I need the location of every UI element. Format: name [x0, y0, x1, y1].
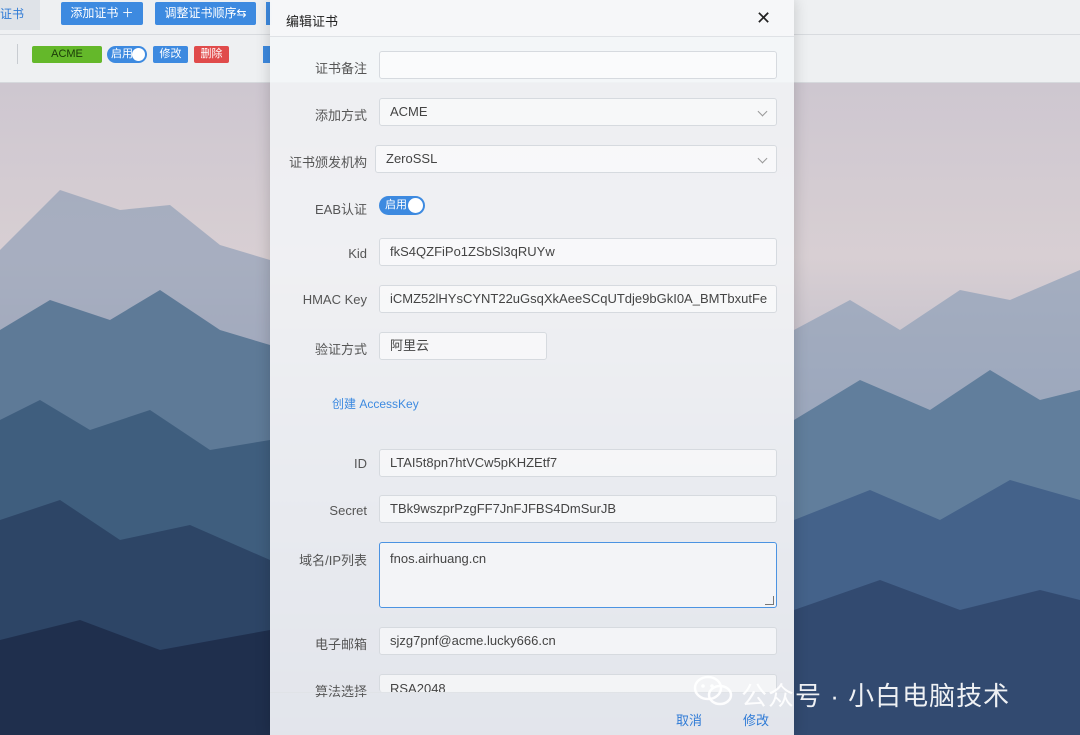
watermark: 公众号 · 小白电脑技术	[693, 672, 1053, 712]
secret-label: Secret	[329, 503, 367, 518]
tab-certificates[interactable]: 证书	[0, 0, 40, 30]
accesskey-secret-input[interactable]: TBk9wszprPzgFF7JnFJFBS4DmSurJB	[379, 495, 777, 523]
watermark-text: 公众号 · 小白电脑技术	[741, 681, 1011, 711]
delete-cert-button[interactable]: 删除	[194, 46, 229, 63]
cert-type-chip: ACME	[32, 46, 102, 63]
eab-toggle[interactable]: 启用	[379, 196, 425, 215]
create-accesskey-link[interactable]: 创建 AccessKey	[332, 395, 419, 412]
eab-toggle-text: 启用	[385, 199, 407, 211]
email-label: 电子邮箱	[314, 637, 367, 652]
cancel-button[interactable]: 取消	[676, 710, 702, 729]
edit-cert-button[interactable]: 修改	[153, 46, 188, 63]
reorder-certificates-button[interactable]: 调整证书顺序⇆	[155, 2, 256, 25]
kid-label: Kid	[348, 246, 367, 261]
cert-enabled-toggle[interactable]: 启用	[107, 46, 147, 63]
domains-label: 域名/IP列表	[299, 553, 367, 568]
email-input[interactable]: sjzg7pnf@acme.lucky666.cn	[379, 627, 777, 655]
resize-handle-icon[interactable]	[765, 596, 774, 605]
chevron-down-icon	[757, 153, 768, 164]
algorithm-label: 算法选择	[314, 684, 367, 699]
remark-input[interactable]	[379, 51, 777, 79]
add-method-value: ACME	[390, 104, 428, 119]
kid-input[interactable]: fkS4QZFiPo1ZSbSl3qRUYw	[379, 238, 777, 266]
wechat-icon	[693, 675, 733, 706]
domains-textarea[interactable]: fnos.airhuang.cn	[379, 542, 777, 608]
row-separator	[17, 44, 18, 64]
verify-method-label: 验证方式	[314, 342, 367, 357]
dialog-header: 编辑证书 ✕	[270, 0, 794, 37]
verify-method-select[interactable]: 阿里云	[379, 332, 547, 360]
domains-value: fnos.airhuang.cn	[390, 551, 487, 566]
hmac-label: HMAC Key	[302, 292, 367, 307]
chevron-down-icon	[757, 106, 768, 117]
accesskey-id-input[interactable]: LTAI5t8pn7htVCw5pKHZEtf7	[379, 449, 777, 477]
add-method-label: 添加方式	[314, 108, 367, 123]
remark-label: 证书备注	[314, 61, 367, 76]
dialog-title: 编辑证书	[286, 14, 339, 29]
toggle-knob	[132, 48, 145, 61]
id-label: ID	[354, 456, 367, 471]
add-method-select[interactable]: ACME	[379, 98, 777, 126]
close-icon[interactable]: ✕	[756, 8, 771, 28]
hmac-input[interactable]: iCMZ52lHYsCYNT22uGsqXkAeeSCqUTdje9bGkI0A…	[379, 285, 777, 313]
issuer-select[interactable]: ZeroSSL	[375, 145, 777, 173]
issuer-label: 证书颁发机构	[288, 155, 367, 170]
cert-enabled-label: 启用	[111, 48, 133, 60]
row-button-partial[interactable]	[263, 46, 270, 63]
toggle-knob	[408, 198, 423, 213]
eab-label: EAB认证	[314, 202, 367, 217]
add-certificate-button[interactable]: 添加证书 ＋	[61, 2, 143, 25]
issuer-value: ZeroSSL	[386, 151, 438, 166]
edit-certificate-dialog: 编辑证书 ✕ 证书备注 添加方式 ACME 证书颁发机构 ZeroSSL EAB…	[270, 0, 794, 735]
